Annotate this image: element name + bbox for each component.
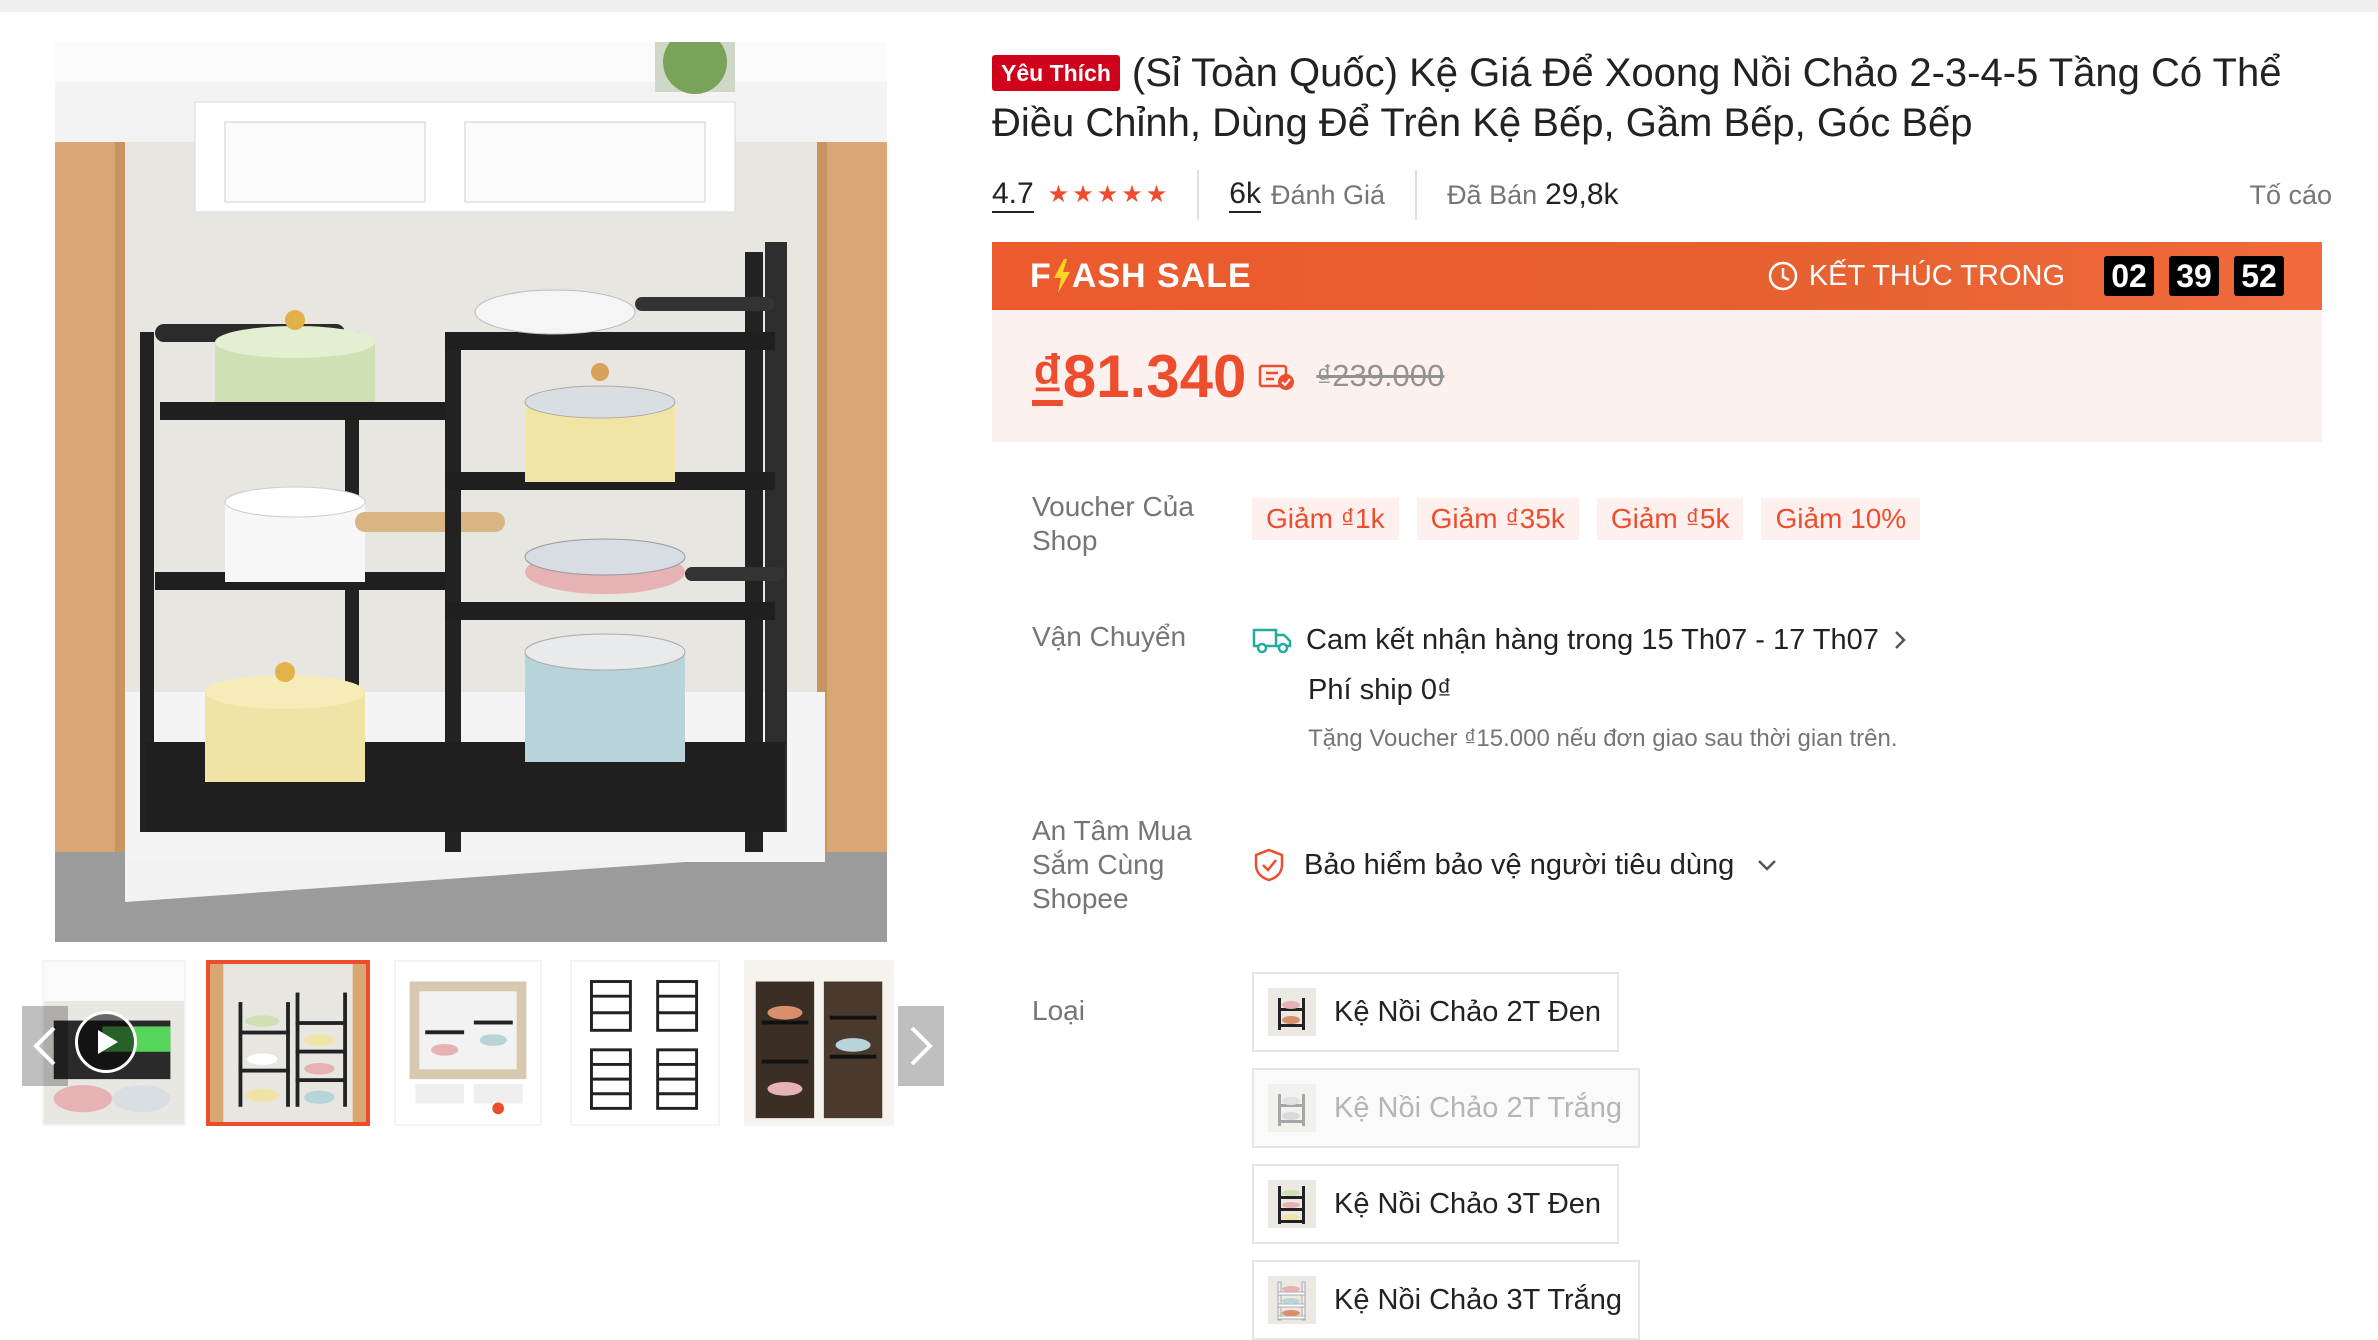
sold-summary: Đã Bán 29,8k (1447, 178, 1618, 212)
report-link[interactable]: Tố cáo (2249, 180, 2332, 211)
flash-logo-f: F (1030, 256, 1052, 295)
variant-thumbnail (1268, 1084, 1316, 1132)
current-price: ₫81.340 (1032, 342, 1246, 411)
voucher-chip[interactable]: Giảm 10% (1761, 498, 1921, 540)
rating-value: 4.7 (992, 177, 1034, 213)
clock-icon (1768, 261, 1798, 291)
chevron-right-icon (910, 1026, 933, 1066)
truck-icon (1252, 628, 1292, 654)
variant-label-text: Kệ Nồi Chảo 3T Đen (1334, 1187, 1602, 1220)
currency-symbol: ₫ (1032, 342, 1063, 410)
variant-thumbnail (1268, 1180, 1316, 1228)
product-photo (55, 42, 887, 942)
voucher-chips: Giảm ₫1k Giảm ₫35k Giảm ₫5k Giảm 10% (1252, 498, 2332, 540)
countdown-seconds: 52 (2234, 256, 2284, 296)
variant-options: Kệ Nồi Chảo 2T Đen Kệ Nồi Chảo 2T Trắng (1252, 972, 2012, 1340)
lightning-icon (1053, 259, 1070, 293)
thumbnail-strip (22, 960, 944, 1130)
assurance-label: An Tâm Mua Sắm Cùng Shopee (1032, 815, 1192, 914)
variant-label: Loại (1032, 995, 1085, 1026)
delivery-text: Cam kết nhận hàng trong 15 Th07 - 17 Th0… (1306, 624, 1879, 656)
current-price-value: 81.340 (1062, 342, 1247, 410)
variant-option[interactable]: Kệ Nồi Chảo 2T Đen (1252, 972, 1620, 1052)
variant-option[interactable]: Kệ Nồi Chảo 3T Đen (1252, 1164, 1620, 1244)
star-icon: ★ (1121, 181, 1143, 208)
countdown-minutes: 39 (2169, 256, 2219, 296)
countdown-hours: 02 (2104, 256, 2154, 296)
ends-in-label: KẾT THÚC TRONG (1808, 259, 2065, 292)
shipping-row: Vận Chuyển Cam kết nhận hàng trong 15 Th… (1032, 620, 2332, 756)
variant-label-text: Kệ Nồi Chảo 2T Trắng (1334, 1091, 1623, 1124)
shield-icon (1254, 848, 1284, 882)
sold-count: 29,8k (1545, 178, 1619, 211)
variant-option-disabled: Kệ Nồi Chảo 2T Trắng (1252, 1068, 1641, 1148)
assurance-text: Bảo hiểm bảo vệ người tiêu dùng (1304, 848, 1735, 881)
chevron-left-icon (33, 1026, 56, 1066)
voucher-chip[interactable]: Giảm ₫5k (1596, 498, 1744, 540)
star-icon: ★ (1096, 181, 1119, 208)
star-icon: ★ (1047, 181, 1070, 208)
assurance-dropdown[interactable]: Bảo hiểm bảo vệ người tiêu dùng (1252, 847, 2332, 883)
main-product-image[interactable] (55, 42, 887, 942)
gallery-prev-button[interactable] (22, 1006, 68, 1086)
voucher-chip[interactable]: Giảm ₫1k (1252, 498, 1399, 540)
rating-summary[interactable]: 4.7 ★ ★ ★ ★ ★ (992, 177, 1167, 213)
original-price: ₫239.000 (1316, 358, 1445, 393)
thumbnail-3[interactable] (394, 960, 542, 1126)
thumbnail-2[interactable] (206, 960, 370, 1126)
star-icon: ★ (1072, 181, 1094, 208)
flash-logo-rest: ASH SALE (1071, 256, 1252, 295)
thumbnail-5[interactable] (744, 960, 894, 1126)
variant-thumbnail (1268, 1276, 1316, 1324)
gallery-next-button[interactable] (898, 1006, 944, 1086)
star-icon: ★ (1145, 181, 1168, 208)
flash-countdown: KẾT THÚC TRONG 02 39 52 (1767, 256, 2284, 296)
reviews-label: Đánh Giá (1270, 179, 1386, 210)
variant-thumbnail (1268, 988, 1316, 1036)
variant-label-text: Kệ Nồi Chảo 3T Trắng (1334, 1283, 1623, 1316)
chevron-right-icon (1895, 631, 1906, 649)
divider (1415, 170, 1418, 220)
chevron-down-icon (1758, 860, 1777, 871)
product-title: Yêu Thích (Sỉ Toàn Quốc) Kệ Giá Để Xoong … (992, 48, 2332, 148)
thumbnail-4[interactable] (570, 960, 720, 1126)
reviews-count: 6k (1229, 177, 1261, 213)
sold-label: Đã Bán (1447, 179, 1538, 210)
play-icon (98, 1030, 118, 1054)
shipping-note: Tặng Voucher ₫15.000 nếu đơn giao sau th… (1308, 725, 1898, 752)
shop-voucher-row: Voucher Của Shop Giảm ₫1k Giảm ₫35k Giảm… (1032, 490, 2332, 558)
play-video-button[interactable] (75, 1011, 137, 1073)
price-voucher-icon[interactable] (1258, 360, 1296, 392)
reviews-summary[interactable]: 6k Đánh Giá (1229, 177, 1385, 213)
top-strip (0, 0, 2378, 12)
rating-stars: ★ ★ ★ ★ ★ (1048, 183, 1168, 207)
favorite-badge: Yêu Thích (992, 55, 1120, 91)
divider (1197, 170, 1200, 220)
price-section: ₫81.340 ₫239.000 (992, 310, 2322, 442)
flash-sale-logo: F ASH SALE (1030, 257, 1252, 296)
shipping-delivery[interactable]: Cam kết nhận hàng trong 15 Th07 - 17 Th0… (1252, 620, 1907, 660)
voucher-chip[interactable]: Giảm ₫35k (1416, 498, 1579, 540)
product-stats: 4.7 ★ ★ ★ ★ ★ 6k Đánh Giá Đã Bán 29,8k T… (992, 170, 2332, 220)
flash-sale-bar: F ASH SALE KẾT THÚC TRONG 02 39 52 (992, 242, 2322, 310)
variant-row: Loại Kệ Nồi Chảo 2T Đen Kệ Nồi Chảo 2T T… (1032, 972, 2332, 1340)
shipping-fee: Phí ship 0₫ (1308, 674, 1452, 706)
shop-voucher-label: Voucher Của Shop (1032, 491, 1194, 556)
product-title-text: (Sỉ Toàn Quốc) Kệ Giá Để Xoong Nồi Chảo … (992, 51, 2282, 145)
assurance-row: An Tâm Mua Sắm Cùng Shopee Bảo hiểm bảo … (1032, 814, 2332, 916)
shipping-label: Vận Chuyển (1032, 621, 1187, 652)
variant-label-text: Kệ Nồi Chảo 2T Đen (1334, 995, 1602, 1028)
variant-option[interactable]: Kệ Nồi Chảo 3T Trắng (1252, 1260, 1641, 1340)
